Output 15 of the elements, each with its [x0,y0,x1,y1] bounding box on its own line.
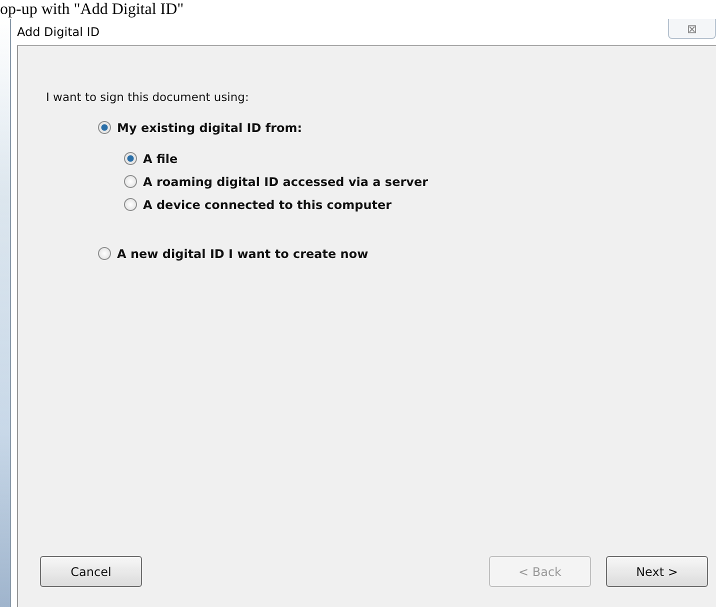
prompt-text: I want to sign this document using: [46,90,249,104]
option-label[interactable]: A device connected to this computer [143,198,392,212]
radio-button[interactable] [124,152,137,165]
radio-button[interactable] [124,198,137,211]
nav-button[interactable]: Next > [606,556,708,587]
radio-button[interactable] [98,247,111,260]
caption-text: op-up with "Add Digital ID" [0,0,184,19]
radio-button[interactable] [98,121,111,134]
radio-button[interactable] [124,175,137,188]
cancel-button[interactable]: Cancel [40,556,142,587]
option-label[interactable]: A file [143,152,178,166]
option-label[interactable]: A new digital ID I want to create now [117,246,368,260]
option-label[interactable]: A roaming digital ID accessed via a server [143,174,428,188]
window-title: Add Digital ID [16,25,100,39]
option-label[interactable]: My existing digital ID from: [117,120,302,134]
